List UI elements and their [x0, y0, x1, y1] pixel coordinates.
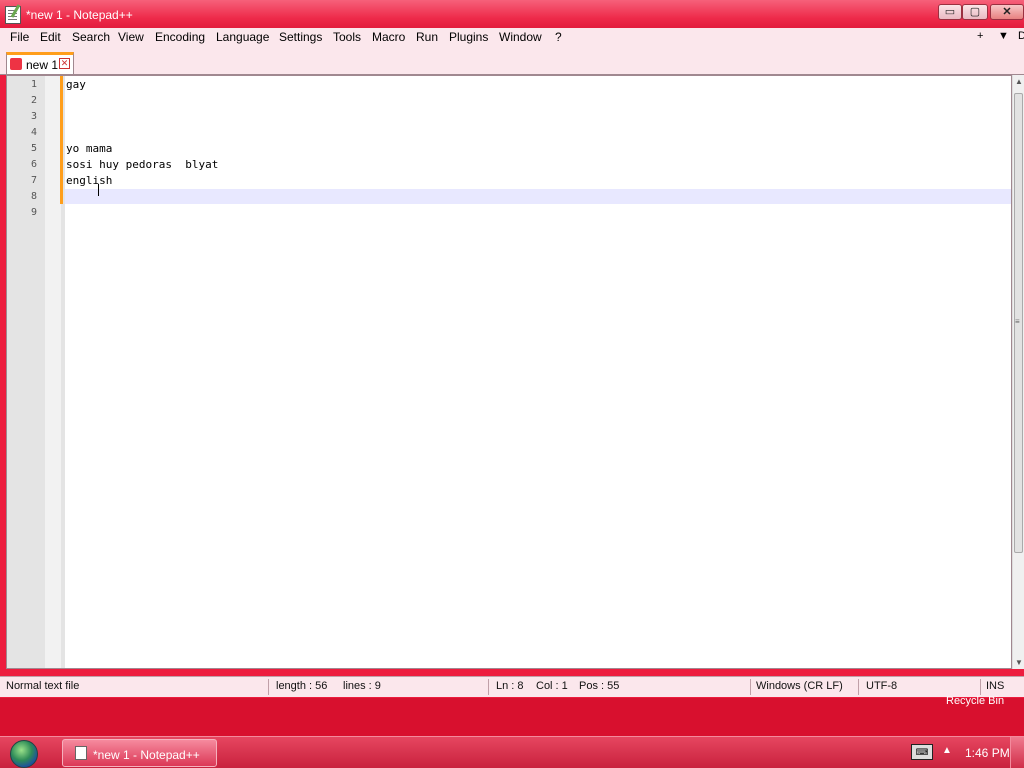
scroll-up-arrow-icon[interactable]: ▲ [1015, 77, 1023, 86]
tab-list-dropdown-icon[interactable]: ▼ [998, 30, 1009, 42]
menu-window[interactable]: Window [499, 30, 542, 44]
windows-start-icon[interactable] [10, 740, 38, 768]
text-area[interactable]: gay yo mama sosi huy pedoras blyat engli… [65, 76, 1011, 668]
menu-run[interactable]: Run [416, 30, 438, 44]
line-number: 1 [30, 79, 37, 90]
fold-margin[interactable] [45, 76, 61, 668]
new-tab-plus-icon[interactable]: + [977, 30, 983, 42]
status-divider [488, 679, 489, 695]
keyboard-icon[interactable]: ⌨ [911, 744, 933, 760]
menu-bar: File Edit Search View Encoding Language … [0, 28, 1024, 48]
line-number: 2 [30, 95, 37, 106]
desktop-background [0, 698, 1024, 736]
minimize-button[interactable]: ▭ [938, 4, 962, 20]
line-number: 9 [30, 207, 37, 218]
status-encoding[interactable]: UTF-8 [866, 680, 897, 692]
menu-edit[interactable]: Edit [40, 30, 61, 44]
line-number: 5 [30, 143, 37, 154]
menu-plugins[interactable]: Plugins [449, 30, 488, 44]
status-ln: Ln : 8 [496, 680, 524, 692]
notepad-app-icon [75, 746, 87, 760]
status-eol[interactable]: Windows (CR LF) [756, 680, 843, 692]
status-divider [980, 679, 981, 695]
menu-macro[interactable]: Macro [372, 30, 405, 44]
taskbar: *new 1 - Notepad++ ⌨ ▲ 1:46 PM [0, 736, 1024, 768]
menu-view[interactable]: View [118, 30, 144, 44]
restore-doc-icon[interactable]: D [1018, 30, 1024, 42]
scrollbar-grip-icon: ≡ [1015, 317, 1020, 326]
title-bar[interactable]: *new 1 - Notepad++ ▭ ▢ ✕ [0, 0, 1024, 30]
vertical-scrollbar[interactable]: ▲ ≡ ▼ [1012, 75, 1024, 669]
taskbar-notepad-button[interactable]: *new 1 - Notepad++ [62, 739, 217, 767]
taskbar-clock[interactable]: 1:46 PM [965, 746, 1010, 760]
menu-search[interactable]: Search [72, 30, 110, 44]
line-number: 7 [30, 175, 37, 186]
notepadpp-window: *new 1 - Notepad++ ▭ ▢ ✕ File Edit Searc… [0, 0, 1024, 700]
close-button[interactable]: ✕ [990, 4, 1024, 20]
status-file-type: Normal text file [6, 680, 80, 692]
notepad-app-icon[interactable] [5, 6, 21, 24]
code-line: gay [66, 78, 86, 91]
status-pos: Pos : 55 [579, 680, 620, 692]
line-number: 4 [30, 127, 37, 138]
menu-file[interactable]: File [10, 30, 29, 44]
line-number: 8 [30, 191, 37, 202]
window-title: *new 1 - Notepad++ [26, 8, 133, 22]
menu-tools[interactable]: Tools [333, 30, 361, 44]
menu-language[interactable]: Language [216, 30, 269, 44]
status-insert-mode[interactable]: INS [986, 680, 1004, 692]
status-length: length : 56 [276, 680, 328, 692]
tab-label: new 1 [26, 58, 59, 72]
unsaved-file-icon [10, 58, 22, 70]
line-number-gutter: 1 2 3 4 5 6 7 8 9 [7, 76, 65, 668]
menu-help[interactable]: ? [555, 30, 562, 44]
change-history-marker [60, 76, 63, 204]
current-line-highlight [65, 189, 1011, 204]
mouse-ibeam-cursor-icon [98, 184, 99, 196]
status-col: Col : 1 [536, 680, 568, 692]
scroll-down-arrow-icon[interactable]: ▼ [1015, 658, 1023, 667]
status-bar: Normal text file length : 56 lines : 9 L… [0, 676, 1024, 697]
show-desktop-button[interactable] [1010, 737, 1024, 768]
status-divider [750, 679, 751, 695]
recycle-bin-label[interactable]: Recycle Bin [946, 695, 1004, 707]
editor-pane[interactable]: 1 2 3 4 5 6 7 8 9 gay yo mama sosi huy p… [6, 75, 1012, 669]
line-number: 3 [30, 111, 37, 122]
taskbar-window-label: *new 1 - Notepad++ [93, 748, 200, 762]
status-lines: lines : 9 [343, 680, 381, 692]
status-divider [268, 679, 269, 695]
tab-close-icon[interactable]: ✕ [59, 58, 70, 69]
status-divider [858, 679, 859, 695]
code-line: yo mama [66, 142, 113, 155]
menu-encoding[interactable]: Encoding [155, 30, 205, 44]
code-line: english [66, 174, 113, 187]
tab-new-1[interactable]: new 1 ✕ [6, 52, 74, 74]
maximize-button[interactable]: ▢ [962, 4, 988, 20]
menu-settings[interactable]: Settings [279, 30, 322, 44]
tab-bar: new 1 ✕ [0, 48, 1024, 75]
line-number: 6 [30, 159, 37, 170]
code-line: sosi huy pedoras blyat [66, 158, 219, 171]
show-hidden-icons-arrow-icon[interactable]: ▲ [942, 745, 952, 756]
